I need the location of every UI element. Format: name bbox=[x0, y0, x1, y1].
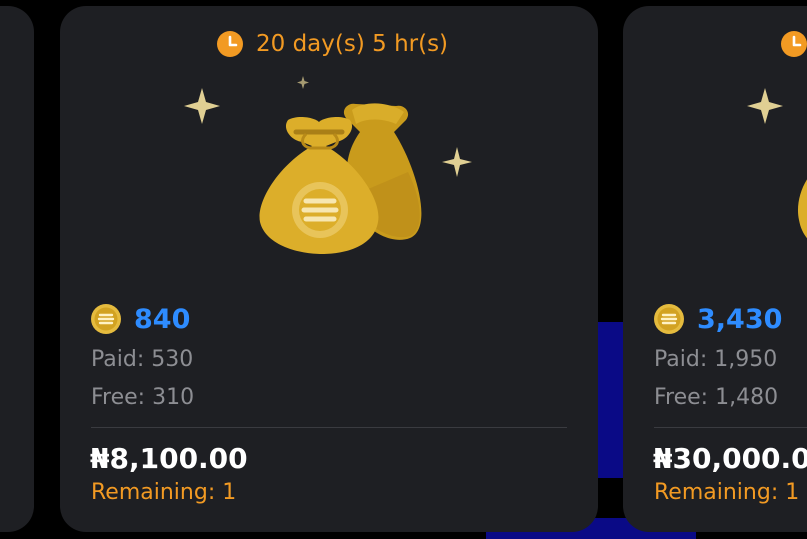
remaining-count: Remaining: 1 bbox=[91, 480, 237, 505]
offer-card-next[interactable]: 3,430 Paid: 1,950 Free: 1,480 ₦30,000.0 … bbox=[623, 6, 807, 532]
price: ₦8,100.00 bbox=[90, 442, 248, 475]
coin-icon bbox=[90, 303, 122, 335]
paid-amount: Paid: 1,950 bbox=[654, 347, 778, 372]
divider bbox=[654, 427, 807, 428]
offer-card[interactable]: 20 day(s) 5 hr(s) 840 Paid: 530 Free: 31… bbox=[60, 6, 598, 532]
coin-icon bbox=[653, 303, 685, 335]
paid-amount: Paid: 530 bbox=[91, 347, 194, 372]
divider bbox=[91, 427, 567, 428]
money-bags-icon bbox=[60, 6, 598, 276]
coin-amount: 840 bbox=[134, 303, 191, 335]
remaining-count: Remaining: 1 bbox=[654, 480, 800, 505]
free-amount: Free: 1,480 bbox=[654, 385, 779, 410]
offer-carousel: 20 day(s) 5 hr(s) 840 Paid: 530 Free: 31… bbox=[0, 0, 807, 539]
price: ₦30,000.0 bbox=[653, 442, 807, 475]
offer-card-previous[interactable] bbox=[0, 6, 34, 532]
free-amount: Free: 310 bbox=[91, 385, 195, 410]
coin-amount-row: 3,430 bbox=[653, 302, 782, 336]
coin-amount: 3,430 bbox=[697, 303, 783, 335]
money-bags-icon bbox=[623, 6, 807, 276]
coin-amount-row: 840 bbox=[90, 302, 190, 336]
